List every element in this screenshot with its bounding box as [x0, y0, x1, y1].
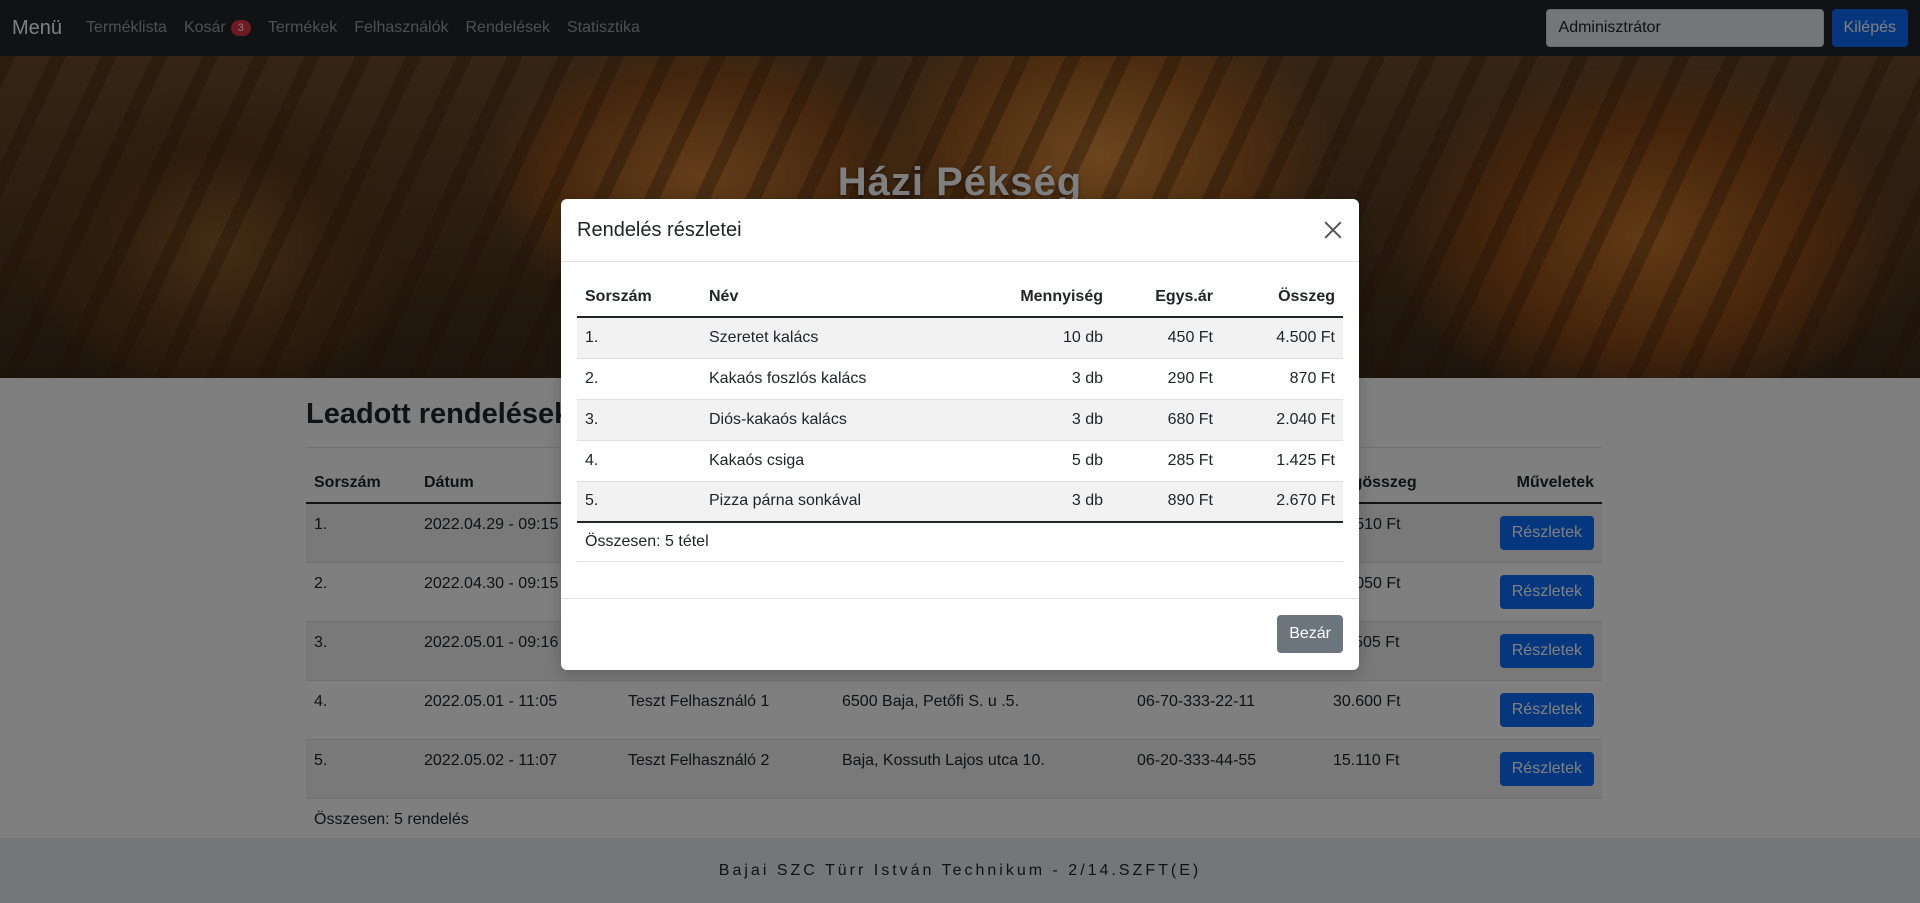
modal-body: Sorszám Név Mennyiség Egys.ár Összeg 1. …	[561, 262, 1359, 599]
cell-sum: 2.040 Ft	[1221, 399, 1343, 441]
cell-name: Kakaós csiga	[701, 440, 977, 482]
cell-quantity: 3 db	[977, 399, 1111, 441]
close-button[interactable]: Bezár	[1277, 615, 1343, 653]
cell-sum: 1.425 Ft	[1221, 440, 1343, 482]
cell-quantity: 3 db	[977, 481, 1111, 523]
cell-name: Kakaós foszlós kalács	[701, 358, 977, 400]
cell-sum: 4.500 Ft	[1221, 317, 1343, 359]
cell-number: 4.	[577, 440, 701, 482]
cell-unit-price: 450 Ft	[1111, 317, 1221, 359]
cell-number: 3.	[577, 399, 701, 441]
table-row: 3. Diós-kakaós kalács 3 db 680 Ft 2.040 …	[577, 399, 1343, 441]
cell-quantity: 10 db	[977, 317, 1111, 359]
close-icon[interactable]	[1323, 220, 1343, 240]
modal-title: Rendelés részletei	[577, 218, 742, 241]
cell-name: Diós-kakaós kalács	[701, 399, 977, 441]
col-unit-price: Egys.ár	[1111, 278, 1221, 318]
col-quantity: Mennyiség	[977, 278, 1111, 318]
col-sum: Összeg	[1221, 278, 1343, 318]
cell-unit-price: 290 Ft	[1111, 358, 1221, 400]
cell-unit-price: 890 Ft	[1111, 481, 1221, 523]
cell-unit-price: 285 Ft	[1111, 440, 1221, 482]
cell-number: 1.	[577, 317, 701, 359]
cell-number: 2.	[577, 358, 701, 400]
table-row: 1. Szeretet kalács 10 db 450 Ft 4.500 Ft	[577, 317, 1343, 359]
cell-sum: 870 Ft	[1221, 358, 1343, 400]
items-table-header: Sorszám Név Mennyiség Egys.ár Összeg	[577, 278, 1343, 318]
cell-unit-price: 680 Ft	[1111, 399, 1221, 441]
cell-quantity: 5 db	[977, 440, 1111, 482]
col-name: Név	[701, 278, 977, 318]
table-row: 2. Kakaós foszlós kalács 3 db 290 Ft 870…	[577, 358, 1343, 400]
cell-number: 5.	[577, 481, 701, 523]
cell-name: Szeretet kalács	[701, 317, 977, 359]
table-row: 5. Pizza párna sonkával 3 db 890 Ft 2.67…	[577, 481, 1343, 523]
col-number: Sorszám	[577, 278, 701, 318]
modal-header: Rendelés részletei	[561, 199, 1359, 262]
items-summary: Összesen: 5 tétel	[577, 523, 1343, 562]
order-items-table: Sorszám Név Mennyiség Egys.ár Összeg 1. …	[577, 278, 1343, 523]
cell-sum: 2.670 Ft	[1221, 481, 1343, 523]
cell-quantity: 3 db	[977, 358, 1111, 400]
order-details-modal: Rendelés részletei Sorszám Név Mennyiség…	[561, 199, 1359, 670]
table-row: 4. Kakaós csiga 5 db 285 Ft 1.425 Ft	[577, 440, 1343, 482]
cell-name: Pizza párna sonkával	[701, 481, 977, 523]
modal-footer: Bezár	[561, 599, 1359, 669]
